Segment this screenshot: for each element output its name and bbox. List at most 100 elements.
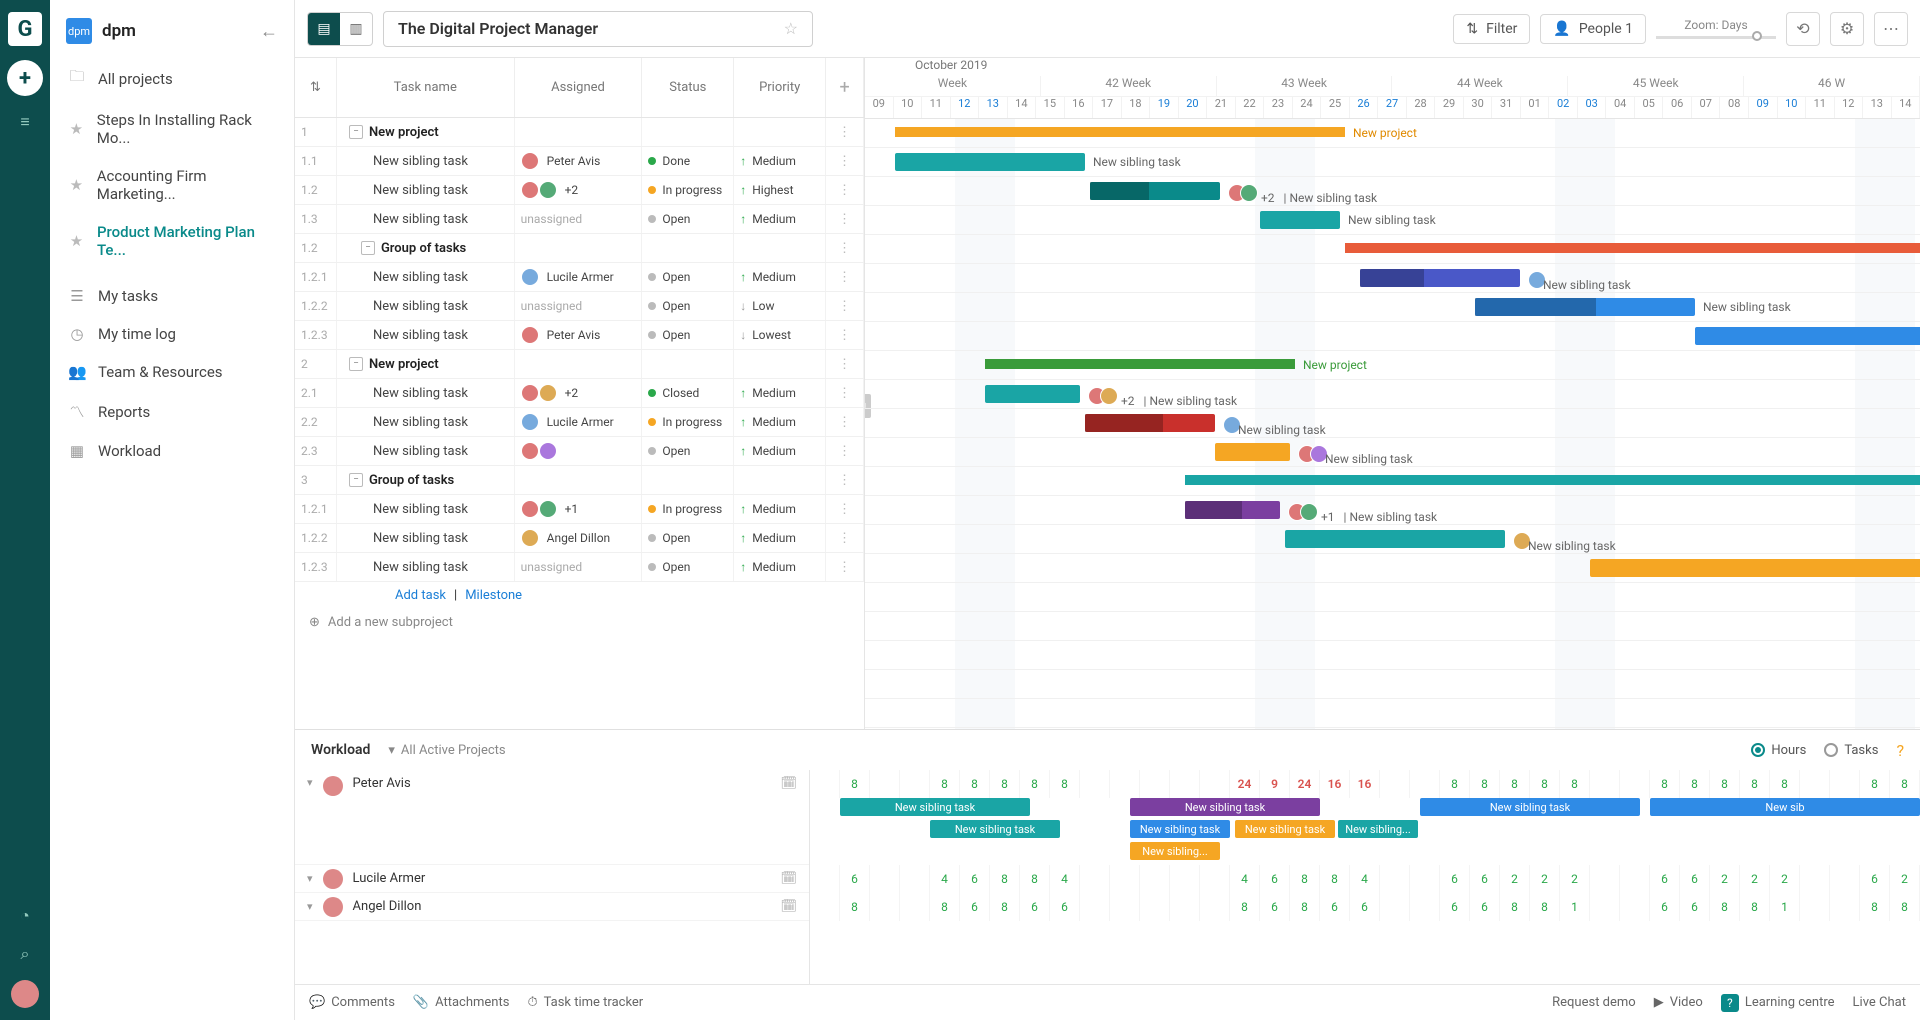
row-more-icon[interactable]: ⋮ — [826, 553, 864, 581]
video-button[interactable]: ▶Video — [1654, 995, 1703, 1010]
row-more-icon[interactable]: ⋮ — [826, 408, 864, 436]
gantt-bar[interactable] — [1085, 414, 1215, 432]
col-status[interactable]: Status — [642, 58, 734, 117]
row-more-icon[interactable]: ⋮ — [826, 292, 864, 320]
task-row[interactable]: 2.3New sibling taskOpen↑Medium⋮ — [295, 437, 864, 466]
row-more-icon[interactable]: ⋮ — [826, 466, 864, 494]
calendar-icon[interactable]: 🗓 — [780, 776, 797, 791]
row-more-icon[interactable]: ⋮ — [826, 118, 864, 146]
row-more-icon[interactable]: ⋮ — [826, 234, 864, 262]
history-icon[interactable]: ⟲ — [1786, 12, 1820, 46]
workload-hours-radio[interactable]: Hours — [1751, 743, 1806, 758]
add-task-link[interactable]: Add task — [395, 588, 446, 603]
user-avatar[interactable] — [11, 980, 39, 1008]
workload-bar[interactable]: New sibling task — [1420, 798, 1640, 816]
row-more-icon[interactable]: ⋮ — [826, 350, 864, 378]
chevron-icon[interactable]: ▾ — [307, 872, 313, 885]
expand-toggle[interactable]: − — [361, 241, 375, 255]
workload-bar[interactable]: New sib — [1650, 798, 1920, 816]
sidebar-nav-item[interactable]: ◷My time log — [50, 315, 294, 353]
filter-button[interactable]: ⇅Filter — [1453, 14, 1530, 44]
sidebar-nav-item[interactable]: 👥Team & Resources — [50, 353, 294, 391]
sidebar-starred-item[interactable]: ★Steps In Installing Rack Mo... — [50, 101, 294, 157]
workload-bar[interactable]: New sibling task — [930, 820, 1060, 838]
request-demo[interactable]: Request demo — [1552, 995, 1636, 1010]
workload-bar[interactable]: New sibling task — [1130, 820, 1230, 838]
gantt-bar[interactable] — [1090, 182, 1220, 200]
gantt-bar[interactable] — [1185, 501, 1280, 519]
chevron-icon[interactable]: ▾ — [307, 900, 313, 913]
row-more-icon[interactable]: ⋮ — [826, 321, 864, 349]
workload-bar[interactable]: New sibling... — [1338, 820, 1418, 838]
task-row[interactable]: 1.2.3New sibling taskunassignedOpen↑Medi… — [295, 553, 864, 582]
learning-button[interactable]: ?Learning centre — [1721, 994, 1835, 1012]
gantt-bar[interactable] — [1185, 475, 1920, 485]
task-row[interactable]: 1.2.1New sibling task+1In progress↑Mediu… — [295, 495, 864, 524]
task-row[interactable]: 1.2.1New sibling taskLucile ArmerOpen↑Me… — [295, 263, 864, 292]
row-more-icon[interactable]: ⋮ — [826, 205, 864, 233]
calendar-icon[interactable]: 🗓 — [780, 899, 797, 914]
gantt-bar[interactable] — [1260, 211, 1340, 229]
live-chat[interactable]: Live Chat — [1853, 995, 1906, 1010]
task-row[interactable]: 2−New project⋮ — [295, 350, 864, 379]
col-assigned[interactable]: Assigned — [515, 58, 643, 117]
task-row[interactable]: 1.2.2New sibling taskAngel DillonOpen↑Me… — [295, 524, 864, 553]
workload-bar[interactable]: New sibling task — [840, 798, 1030, 816]
task-row[interactable]: 1.1New sibling taskPeter AvisDone↑Medium… — [295, 147, 864, 176]
comments-button[interactable]: 💬Comments — [309, 995, 395, 1010]
search-icon[interactable]: ⌕ — [13, 942, 37, 966]
gantt-bar[interactable] — [1590, 559, 1920, 577]
add-subproject[interactable]: ⊕Add a new subproject — [295, 609, 864, 636]
sidebar-nav-item[interactable]: ☰My tasks — [50, 277, 294, 315]
gantt-bar[interactable] — [895, 153, 1085, 171]
expand-toggle[interactable]: − — [349, 357, 363, 371]
view-toggle[interactable]: ▤ ▥ — [307, 12, 373, 46]
sort-icon[interactable]: ⇅ — [295, 58, 337, 117]
add-project-button[interactable]: + — [7, 60, 43, 96]
back-icon[interactable]: ← — [260, 21, 278, 42]
star-icon[interactable]: ☆ — [784, 19, 798, 38]
task-row[interactable]: 1.3New sibling taskunassignedOpen↑Medium… — [295, 205, 864, 234]
sidebar-nav-item[interactable]: 〽Reports — [50, 391, 294, 432]
sidebar-starred-item[interactable]: ★Accounting Firm Marketing... — [50, 157, 294, 213]
gantt-bar[interactable] — [1475, 298, 1695, 316]
notifications-icon[interactable]: ◔ — [13, 904, 37, 928]
task-row[interactable]: 2.2New sibling taskLucile ArmerIn progre… — [295, 408, 864, 437]
workload-person[interactable]: ▾Angel Dillon🗓 — [295, 893, 809, 921]
sidebar-nav-item[interactable]: ▦Workload — [50, 432, 294, 470]
task-row[interactable]: 1.2New sibling task+2In progress↑Highest… — [295, 176, 864, 205]
task-row[interactable]: 1.2.2New sibling taskunassignedOpen↓Low⋮ — [295, 292, 864, 321]
people-button[interactable]: 👤People 1 — [1540, 14, 1646, 44]
gantt-bar[interactable] — [1695, 327, 1920, 345]
task-row[interactable]: 2.1New sibling task+2Closed↑Medium⋮ — [295, 379, 864, 408]
workload-bar[interactable]: New sibling task — [1130, 798, 1320, 816]
add-milestone-link[interactable]: Milestone — [465, 588, 522, 603]
help-icon[interactable]: ? — [1896, 741, 1904, 760]
col-task[interactable]: Task name — [337, 58, 515, 117]
row-more-icon[interactable]: ⋮ — [826, 263, 864, 291]
sidebar-starred-item[interactable]: ★Product Marketing Plan Te... — [50, 213, 294, 269]
workload-person[interactable]: ▾Lucile Armer🗓 — [295, 865, 809, 893]
row-more-icon[interactable]: ⋮ — [826, 379, 864, 407]
menu-icon[interactable]: ≡ — [13, 110, 37, 134]
task-row[interactable]: 1.2−Group of tasks⋮ — [295, 234, 864, 263]
row-more-icon[interactable]: ⋮ — [826, 495, 864, 523]
gantt-bar[interactable] — [1345, 243, 1920, 253]
workload-person[interactable]: ▾Peter Avis🗓 — [295, 770, 809, 865]
expand-toggle[interactable]: − — [349, 125, 363, 139]
gantt-bar[interactable] — [1360, 269, 1520, 287]
sidebar-all-projects[interactable]: 🗀All projects — [50, 56, 294, 101]
attachments-button[interactable]: 📎Attachments — [413, 995, 510, 1010]
gantt-bar[interactable] — [895, 127, 1345, 137]
workload-tasks-radio[interactable]: Tasks — [1824, 743, 1878, 758]
gantt-bar[interactable] — [985, 385, 1080, 403]
task-row[interactable]: 1−New project⋮ — [295, 118, 864, 147]
board-view-icon[interactable]: ▥ — [340, 13, 372, 45]
task-row[interactable]: 1.2.3New sibling taskPeter AvisOpen↓Lowe… — [295, 321, 864, 350]
row-more-icon[interactable]: ⋮ — [826, 524, 864, 552]
expand-toggle[interactable]: − — [349, 473, 363, 487]
settings-icon[interactable]: ⚙ — [1830, 12, 1864, 46]
gantt-bar[interactable] — [985, 359, 1295, 369]
add-column-button[interactable]: + — [826, 58, 864, 117]
tracker-button[interactable]: ⏱Task time tracker — [527, 995, 643, 1010]
